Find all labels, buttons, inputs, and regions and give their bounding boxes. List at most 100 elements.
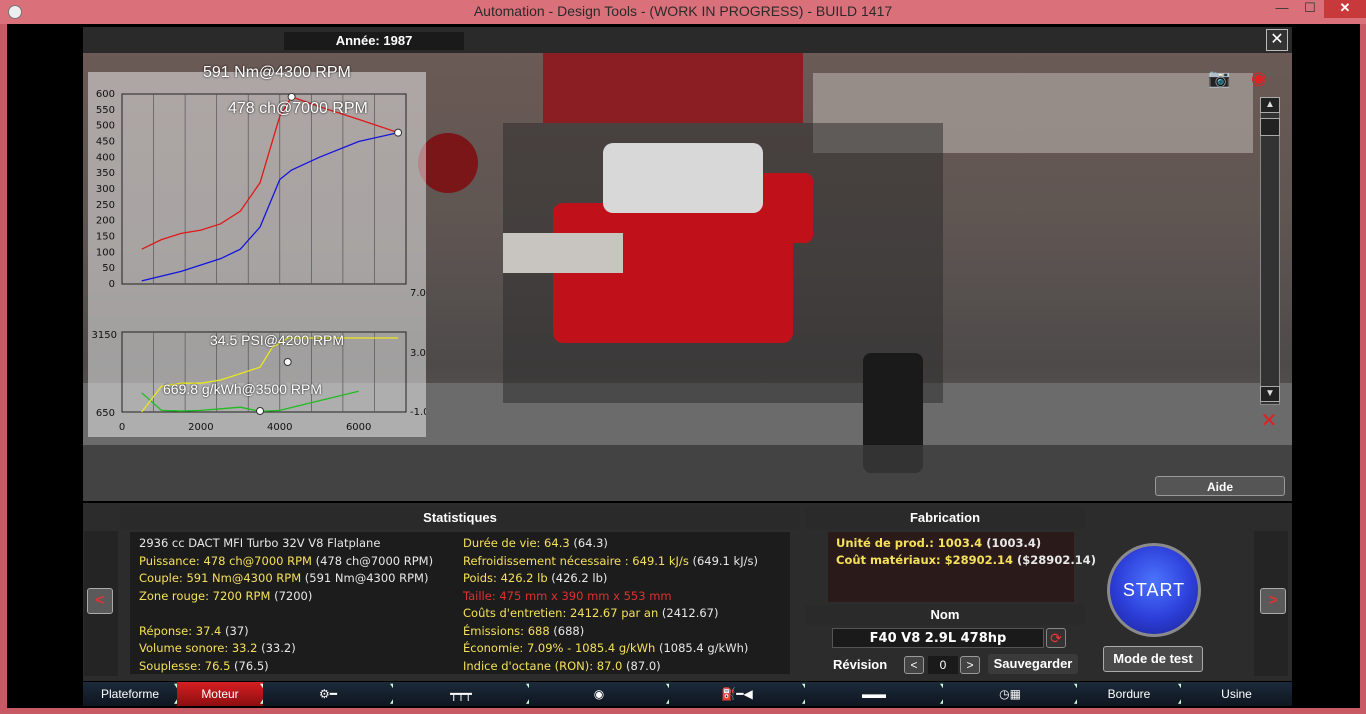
stat-value: (478 ch@7000 RPM) [311, 553, 434, 568]
bsfc-min-label: 669.8 g/kWh@3500 RPM [163, 381, 322, 397]
eye-icon[interactable]: ◉ [1251, 68, 1289, 90]
stat-label: Souplesse: 76.5 [139, 658, 231, 673]
next-page-button[interactable]: > [1260, 588, 1286, 614]
stat-value: (7200) [270, 588, 313, 603]
material-cost-label: Coût matériaux: $28902.14 [836, 553, 1014, 567]
minimize-button[interactable]: — [1268, 0, 1296, 18]
camera-icon[interactable]: 📷 [1208, 68, 1246, 90]
stat-row: Refroidissement nécessaire : 649.1 kJ/s … [463, 554, 758, 568]
y-tick-label: 50 [102, 263, 115, 274]
x-tick-label: 0 [119, 422, 125, 433]
tab-exhaust[interactable]: ▬▬ [805, 682, 943, 706]
stat-row: Durée de vie: 64.3 (64.3) [463, 536, 608, 550]
stat-row: Souplesse: 76.5 (76.5) [139, 659, 269, 673]
stat-row: Volume sonore: 33.2 (33.2) [139, 641, 296, 655]
gauge-icon: ◷▦ [999, 687, 1021, 701]
y-tick-label: 0 [109, 279, 115, 290]
bsfc-tick-label: 650 [96, 408, 115, 419]
viewport-overlay-strip [83, 445, 1292, 501]
stat-row: Taille: 475 mm x 390 mm x 553 mm [463, 589, 672, 603]
stat-value: (33.2) [257, 641, 296, 655]
stat-row: Zone rouge: 7200 RPM (7200) [139, 589, 312, 603]
top-plot-frame [121, 93, 407, 285]
stat-value: (2412.67) [658, 606, 719, 620]
save-button[interactable]: Sauvegarder [988, 654, 1078, 674]
x-tick-label: 2000 [188, 422, 213, 433]
production-units-label: Unité de prod.: 1003.4 [836, 536, 983, 550]
tab-gauge[interactable]: ◷▦ [943, 682, 1077, 706]
boost-tick-label: -1.0 [410, 407, 426, 418]
tab-crank[interactable]: ⚙━ [263, 682, 393, 706]
stat-value: (87.0) [622, 658, 661, 673]
stat-value: (649.1 kJ/s) [688, 553, 758, 568]
power-peak-marker [394, 128, 403, 137]
year-label: Année: 1987 [284, 32, 464, 50]
previous-page-button[interactable]: < [87, 588, 113, 614]
stat-value: (1085.4 g/kWh) [655, 641, 749, 655]
revision-prev-button[interactable]: < [904, 656, 924, 674]
scroll-down-button[interactable]: ▼ [1260, 386, 1280, 402]
series-line-boost [141, 337, 399, 413]
tool-cabinet [543, 53, 803, 123]
help-button[interactable]: Aide [1155, 476, 1285, 496]
flywheel [418, 133, 478, 193]
stat-row: Puissance: 478 ch@7000 RPM (478 ch@7000 … [139, 554, 433, 568]
stat-label: Émissions: 688 [463, 623, 550, 638]
zoom-scrollbar[interactable] [1260, 97, 1280, 405]
y-tick-label: 350 [96, 168, 115, 179]
stat-row: Réponse: 37.4 (37) [139, 624, 249, 638]
name-heading: Nom [805, 605, 1085, 625]
exhaust-pipe [503, 233, 623, 273]
start-button[interactable]: START [1107, 543, 1201, 637]
reset-view-icon[interactable]: ✕ [1252, 408, 1286, 432]
boost-peak-marker [283, 358, 292, 366]
maximize-button[interactable]: ☐ [1296, 0, 1324, 18]
fabrication-panel: Unité de prod.: 1003.4 (1003.4) Coût mat… [828, 532, 1096, 602]
window-titlebar: Automation - Design Tools - (WORK IN PRO… [0, 0, 1366, 24]
engine-name-input[interactable]: F40 V8 2.9L 478hp [832, 628, 1044, 648]
tab-fuel[interactable]: ⛽━◀ [669, 682, 805, 706]
refresh-icon[interactable]: ⟳ [1046, 628, 1066, 648]
stat-row: 2936 cc DACT MFI Turbo 32V V8 Flatplane [139, 536, 380, 550]
stat-value: (591 Nm@4300 RPM) [301, 571, 429, 585]
stat-label: Taille: 475 mm x 390 mm x 553 mm [463, 588, 672, 603]
tab-moteur[interactable]: Moteur [177, 682, 263, 706]
series-line-puissance [141, 131, 399, 282]
test-mode-button[interactable]: Mode de test [1103, 646, 1203, 672]
material-cost-value: ($28902.14) [1013, 553, 1096, 567]
y-tick-label: 600 [96, 89, 115, 100]
tab-valvetrain[interactable]: ┯┯┯ [393, 682, 529, 706]
y-tick-label: 100 [96, 247, 115, 258]
revision-next-button[interactable]: > [960, 656, 980, 674]
material-cost: Coût matériaux: $28902.14 ($28902.14) [836, 553, 1096, 567]
stat-label: Volume sonore: 33.2 [139, 641, 258, 655]
x-tick-label: 6000 [346, 422, 371, 433]
stat-value: (64.3) [569, 536, 608, 550]
stat-label: Couple: 591 Nm@4300 RPM [139, 571, 302, 585]
y-tick-label: 150 [96, 232, 115, 243]
y-tick-label: 500 [96, 121, 115, 132]
tab-turbo[interactable]: ◉ [529, 682, 669, 706]
tab-usine[interactable]: Usine [1181, 682, 1292, 706]
stat-row: Couple: 591 Nm@4300 RPM (591 Nm@4300 RPM… [139, 571, 428, 585]
close-view-button[interactable]: ✕ [1266, 29, 1288, 51]
bottom-tab-bar: Plateforme❯Moteur❯⚙━❯┯┯┯❯◉❯⛽━◀❯▬▬❯◷▦❯Bor… [83, 682, 1292, 706]
stat-row: Émissions: 688 (688) [463, 624, 584, 638]
stats-panel: 2936 cc DACT MFI Turbo 32V V8 Flatplane P… [130, 532, 790, 674]
close-window-button[interactable]: ✕ [1324, 0, 1366, 18]
fuel-icon: ⛽━◀ [721, 687, 753, 701]
boost-peak-label: 34.5 PSI@4200 RPM [210, 332, 345, 348]
stat-label: Indice d'octane (RON): 87.0 [463, 658, 623, 673]
engine-graph-panel: 600 550 500 450 400 350 300 250 200 150 100 50 0 3150… [88, 64, 426, 437]
tab-plateforme[interactable]: Plateforme [83, 682, 177, 706]
series-line-couple [141, 96, 399, 250]
scroll-thumb[interactable] [1260, 118, 1280, 136]
tab-bordure[interactable]: Bordure [1077, 682, 1181, 706]
stat-value: (426.2 lb) [547, 571, 608, 585]
stat-label: Coûts d'entretien: 2412.67 par an [463, 606, 659, 620]
boost-tick-label: 7.0 [410, 288, 426, 299]
stat-row: Poids: 426.2 lb (426.2 lb) [463, 571, 607, 585]
revision-value: 0 [928, 656, 958, 674]
scroll-up-button[interactable]: ▲ [1260, 97, 1280, 113]
x-tick-label: 4000 [267, 422, 292, 433]
